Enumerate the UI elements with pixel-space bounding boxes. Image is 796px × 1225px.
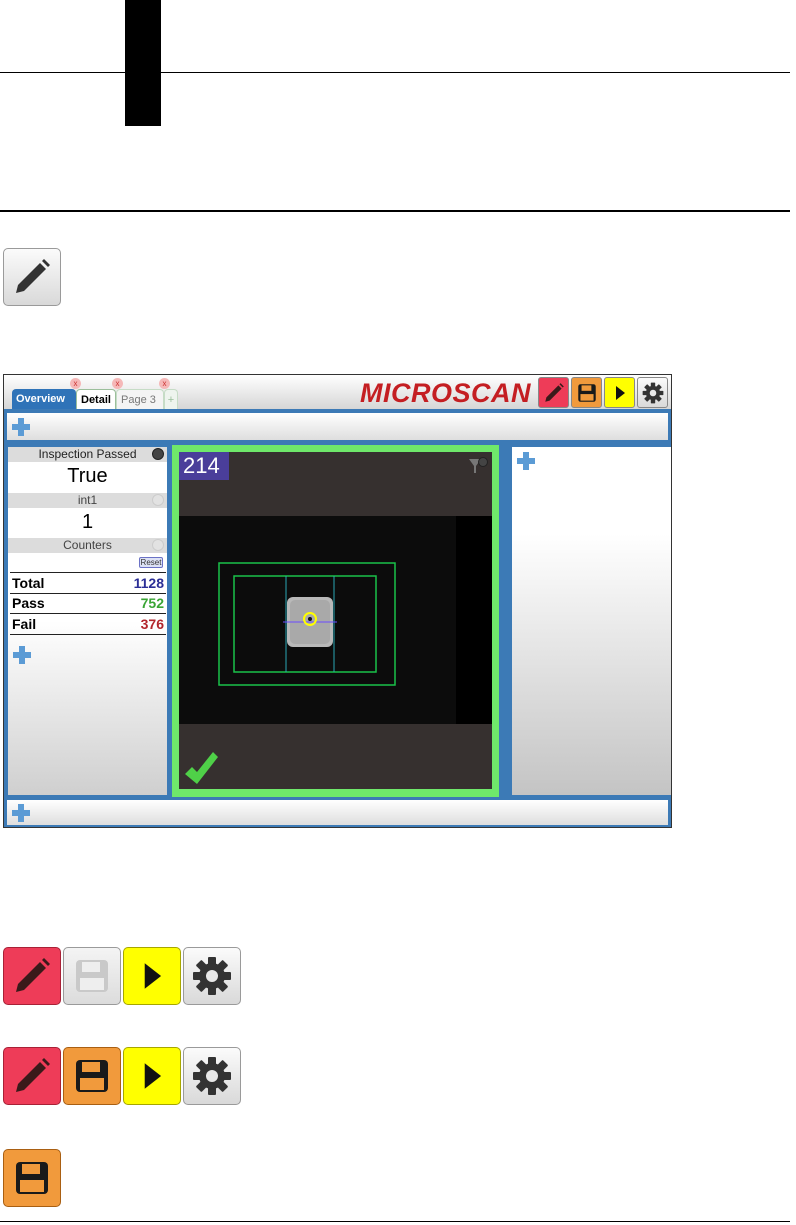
- page-thumb-tab: [125, 0, 161, 126]
- settings-button[interactable]: [183, 1047, 241, 1105]
- edit-button-gray[interactable]: [3, 248, 61, 306]
- footer-rule: [0, 1221, 790, 1222]
- widget-settings-icon[interactable]: [152, 494, 164, 506]
- add-widget-icon[interactable]: [11, 803, 31, 823]
- counters-label: Counters: [8, 538, 167, 553]
- edit-button[interactable]: [3, 947, 61, 1005]
- app-header: Overview Detail Page 3 + x x x MICROSCAN: [4, 375, 671, 409]
- inspection-label: Inspection Passed: [8, 447, 167, 462]
- close-tab-icon[interactable]: x: [159, 378, 170, 389]
- int1-label: int1: [8, 493, 167, 508]
- counter-label: Pass: [12, 595, 45, 611]
- counter-value: 1128: [133, 575, 164, 591]
- run-button[interactable]: [123, 1047, 181, 1105]
- save-icon: [76, 960, 108, 992]
- counter-row-total: Total 1128: [10, 572, 166, 594]
- counter-label: Fail: [12, 616, 37, 632]
- save-button[interactable]: [571, 377, 602, 408]
- add-widget-icon[interactable]: [12, 645, 32, 665]
- gear-icon: [642, 382, 663, 403]
- counter-value: 752: [140, 595, 164, 611]
- bottom-drop-zone: [7, 800, 668, 825]
- inspection-value: True: [67, 465, 108, 487]
- settings-button[interactable]: [183, 947, 241, 1005]
- add-widget-icon[interactable]: [516, 451, 536, 471]
- play-icon: [144, 1063, 162, 1089]
- close-tab-icon[interactable]: x: [112, 378, 123, 389]
- image-panel: 214: [172, 445, 499, 797]
- tab-page-3[interactable]: Page 3: [116, 389, 164, 409]
- widget-settings-icon[interactable]: [152, 448, 164, 460]
- save-icon: [76, 1060, 108, 1092]
- header-rule: [0, 72, 790, 73]
- logo: MICROSCAN: [360, 378, 531, 408]
- save-button[interactable]: [3, 1149, 61, 1207]
- save-button[interactable]: [63, 1047, 121, 1105]
- save-button-disabled: [63, 947, 121, 1005]
- roi-overlay: [185, 562, 396, 784]
- results-panel: Inspection Passed True int1 1 Counters R…: [8, 447, 167, 795]
- play-icon: [615, 385, 625, 400]
- save-icon: [16, 1162, 48, 1194]
- camera-image[interactable]: 214: [179, 452, 492, 789]
- counter-row-pass: Pass 752: [10, 593, 166, 614]
- filter-icon[interactable]: [468, 457, 488, 475]
- widget-settings-icon[interactable]: [152, 539, 164, 551]
- counter-value: 376: [140, 616, 164, 632]
- run-button[interactable]: [604, 377, 635, 408]
- pencil-icon: [16, 1058, 50, 1092]
- close-tab-icon[interactable]: x: [70, 378, 81, 389]
- counter-label: Total: [12, 575, 45, 591]
- edit-button[interactable]: [538, 377, 569, 408]
- gear-icon: [193, 1057, 231, 1095]
- app-screenshot: Overview Detail Page 3 + x x x MICROSCAN: [3, 374, 672, 828]
- pencil-icon: [16, 259, 50, 293]
- add-widget-icon[interactable]: [11, 417, 31, 437]
- tab-overview[interactable]: Overview: [12, 389, 76, 409]
- play-icon: [144, 963, 162, 989]
- gear-icon: [193, 957, 231, 995]
- section-rule: [0, 210, 790, 212]
- edit-button[interactable]: [3, 1047, 61, 1105]
- pencil-icon: [544, 382, 564, 402]
- reset-button[interactable]: Reset: [139, 557, 163, 568]
- pencil-icon: [16, 958, 50, 992]
- image-counter: 214: [179, 452, 229, 480]
- save-icon: [577, 383, 596, 402]
- settings-button[interactable]: [637, 377, 668, 408]
- empty-panel: [512, 447, 671, 795]
- counter-row-fail: Fail 376: [10, 614, 166, 635]
- tab-detail[interactable]: Detail: [76, 389, 116, 409]
- run-button[interactable]: [123, 947, 181, 1005]
- add-tab-button[interactable]: +: [164, 389, 178, 409]
- top-drop-zone: [7, 413, 668, 440]
- int1-value: 1: [81, 511, 94, 533]
